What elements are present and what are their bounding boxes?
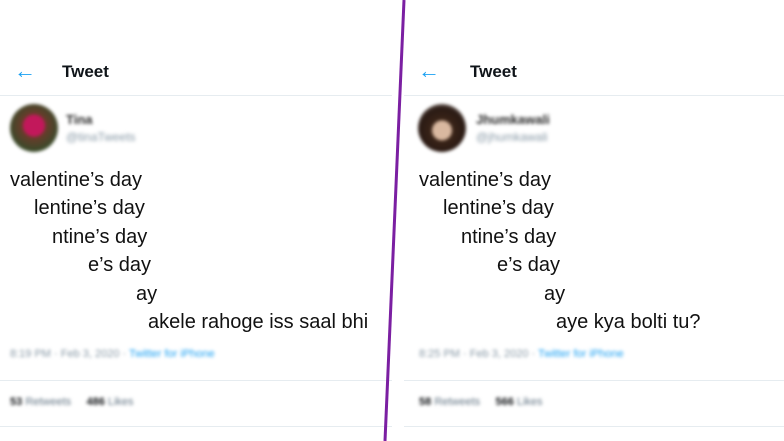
separator-line <box>383 0 406 441</box>
panel-separator <box>383 0 406 441</box>
